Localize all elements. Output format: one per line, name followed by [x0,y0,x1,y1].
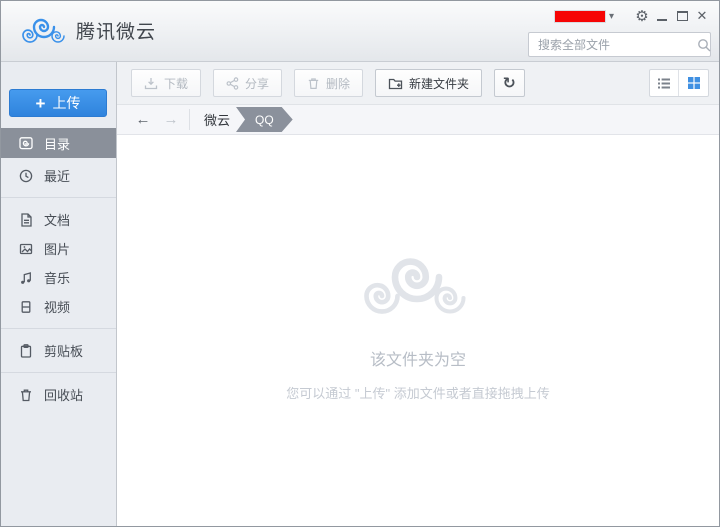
search-icon[interactable] [697,38,711,52]
close-icon: ✕ [697,8,708,24]
app-logo: 腾讯微云 [21,14,156,46]
sidebar-item-label: 文档 [44,210,70,229]
account-name-redacted[interactable] [554,10,606,23]
sidebar-item-label: 图片 [44,239,70,258]
forward-arrow-icon: → [164,111,179,128]
folder-content: 该文件夹为空 您可以通过 "上传" 添加文件或者直接拖拽上传 [117,135,719,526]
sidebar-item-label: 视频 [44,297,70,316]
settings-button[interactable]: ⚙ [633,7,651,25]
upload-button-label: 上传 [52,93,80,113]
refresh-icon: ↻ [503,74,516,92]
trash-icon [18,387,34,403]
new-folder-icon [388,77,403,90]
document-icon [18,212,34,228]
empty-state-subtitle: 您可以通过 "上传" 添加文件或者直接拖拽上传 [117,383,719,402]
sidebar-item-recent[interactable]: 最近 [1,161,116,190]
back-button[interactable]: ← [129,105,157,134]
download-button-label: 下载 [164,75,188,92]
refresh-button[interactable]: ↻ [494,69,525,97]
grid-view-button[interactable] [679,70,708,96]
app-window: 腾讯微云 ▾ ⚙ ✕ + 上传 [0,0,720,527]
delete-button[interactable]: 删除 [294,69,363,97]
minimize-button[interactable] [653,7,671,25]
sidebar-item-music[interactable]: 音乐 [1,263,116,292]
breadcrumb-bar: ← → 微云 QQ [117,105,719,135]
sidebar-group-categories: 文档 图片 [1,197,116,328]
sidebar-item-label: 音乐 [44,268,70,287]
maximize-icon [677,11,688,21]
list-view-button[interactable] [650,70,679,96]
divider [189,109,190,130]
weiyun-cloud-logo-icon [21,14,67,46]
app-body: + 上传 目录 [1,62,719,526]
download-icon [144,77,158,90]
picture-icon [18,241,34,257]
grid-view-icon [687,76,701,90]
search-input[interactable] [529,38,697,52]
breadcrumb: 微云 QQ [196,105,293,134]
sidebar-group-main: 目录 最近 [1,134,116,197]
maximize-button[interactable] [673,7,691,25]
new-folder-button-label: 新建文件夹 [409,75,469,92]
download-button[interactable]: 下载 [131,69,201,97]
sidebar-item-label: 目录 [44,134,70,153]
music-note-icon [18,270,34,286]
share-button[interactable]: 分享 [213,69,282,97]
clipboard-icon [18,343,34,359]
minimize-icon [657,19,667,21]
titlebar: 腾讯微云 ▾ ⚙ ✕ [1,1,719,62]
toolbar: 下载 分享 [117,62,719,105]
new-folder-button[interactable]: 新建文件夹 [375,69,482,97]
list-view-icon [657,77,671,90]
sidebar-item-directory[interactable]: 目录 [1,128,116,158]
sidebar: + 上传 目录 [1,62,117,526]
plus-icon: + [36,95,46,112]
sidebar-item-clipboard[interactable]: 剪贴板 [1,336,116,365]
clock-icon [18,168,34,184]
sidebar-item-documents[interactable]: 文档 [1,205,116,234]
video-icon [18,299,34,315]
view-toggle [649,69,709,97]
sidebar-item-recycle-bin[interactable]: 回收站 [1,380,116,409]
trash-icon [307,77,320,90]
forward-button[interactable]: → [157,105,185,134]
close-button[interactable]: ✕ [693,7,711,25]
back-arrow-icon: ← [136,111,151,128]
directory-icon [18,135,34,151]
empty-cloud-icon [357,247,479,327]
sidebar-item-videos[interactable]: 视频 [1,292,116,321]
sidebar-item-label: 回收站 [44,385,83,404]
empty-state: 该文件夹为空 您可以通过 "上传" 添加文件或者直接拖拽上传 [117,135,719,402]
sidebar-item-pictures[interactable]: 图片 [1,234,116,263]
window-controls: ▾ ⚙ ✕ [554,7,711,25]
gear-icon: ⚙ [635,9,648,24]
breadcrumb-item-weiyun[interactable]: 微云 [196,105,236,134]
sidebar-item-label: 剪贴板 [44,341,83,360]
main-panel: 下载 分享 [117,62,719,526]
share-icon [226,77,239,90]
sidebar-group-clipboard: 剪贴板 [1,328,116,372]
sidebar-item-label: 最近 [44,166,70,185]
empty-state-title: 该文件夹为空 [117,346,719,370]
search-box [528,32,711,57]
delete-button-label: 删除 [326,75,350,92]
upload-button[interactable]: + 上传 [9,89,107,117]
account-caret-down-icon[interactable]: ▾ [609,11,614,22]
share-button-label: 分享 [245,75,269,92]
breadcrumb-item-qq[interactable]: QQ [236,107,293,132]
sidebar-group-trash: 回收站 [1,372,116,416]
app-title: 腾讯微云 [76,17,156,44]
